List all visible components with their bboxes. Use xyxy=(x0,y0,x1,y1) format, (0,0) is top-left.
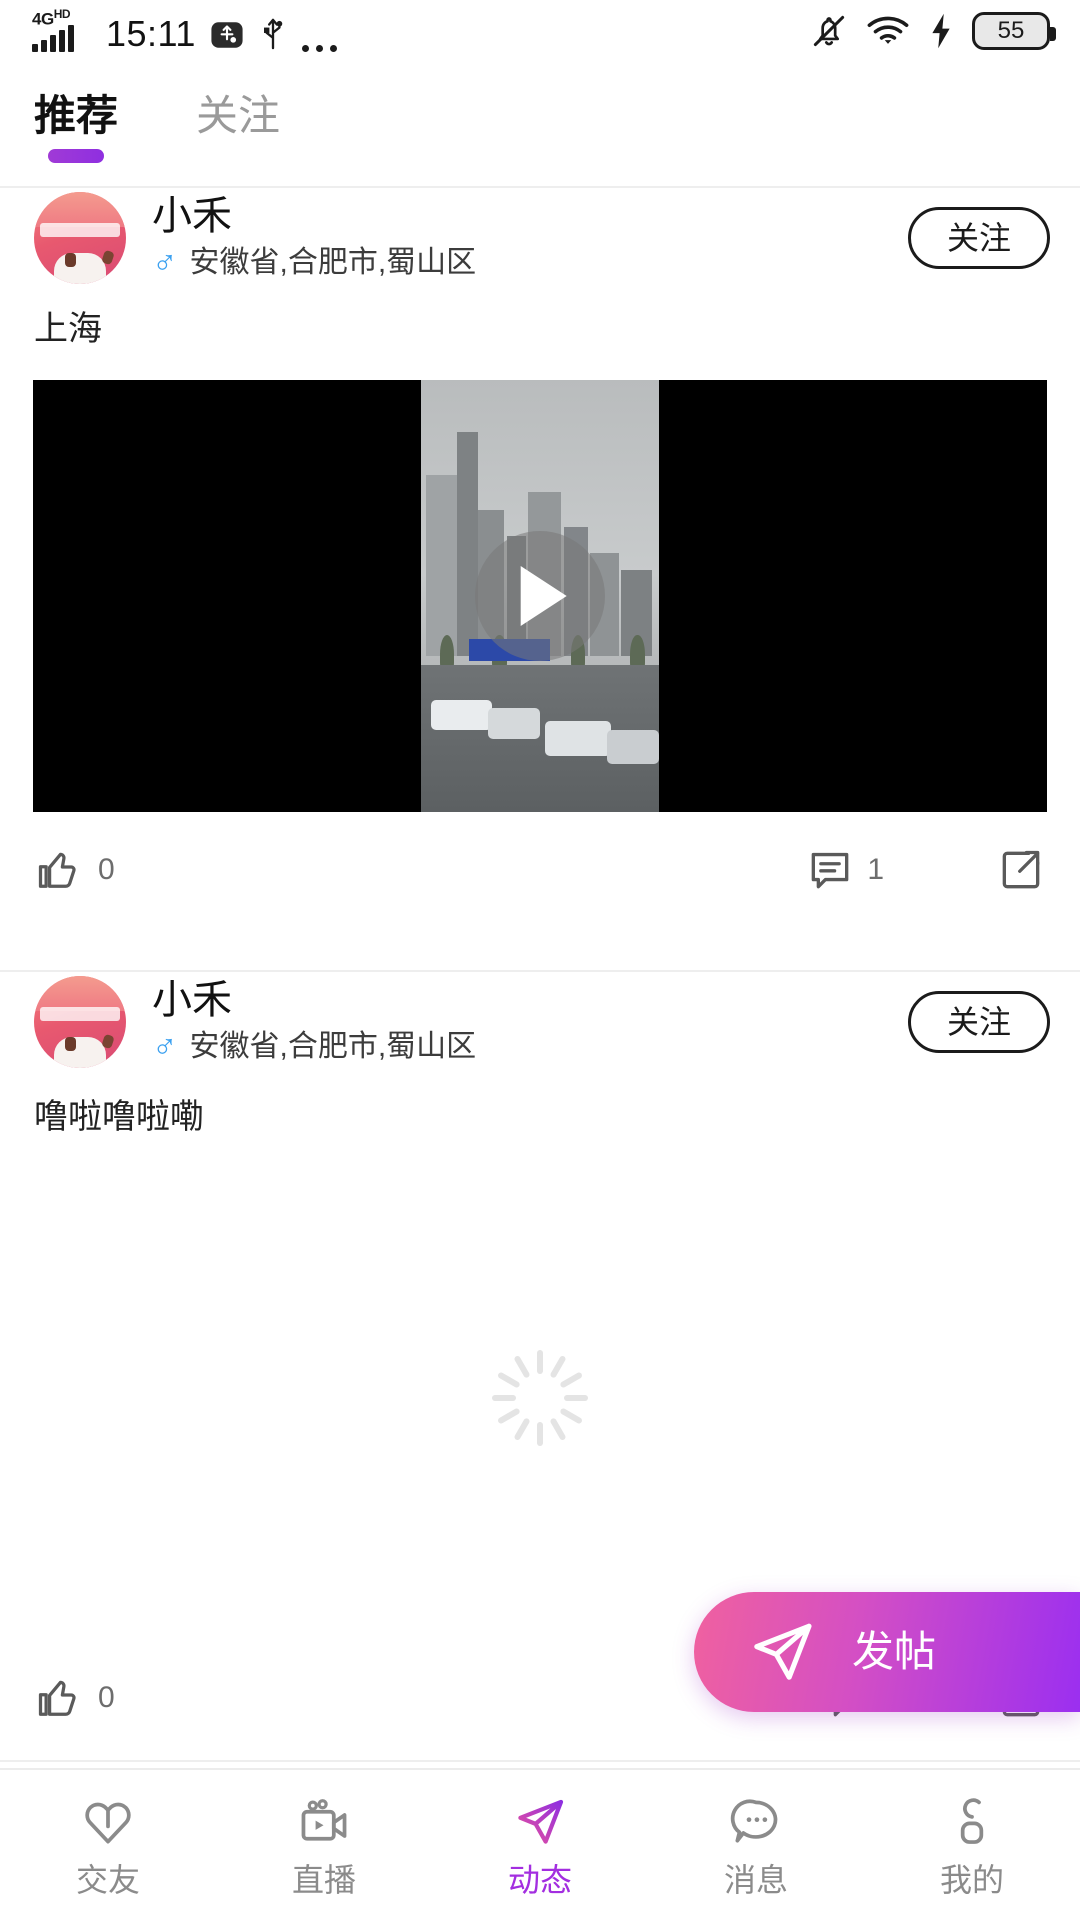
nav-item-messages[interactable]: 消息 xyxy=(648,1794,864,1896)
feed-post: 小禾 ♂ 安徽省,合肥市,蜀山区 关注 噜啦噜啦嘞 xyxy=(0,972,1080,1134)
status-bar: 4GHD 15:11 55 xyxy=(0,0,1080,62)
like-button[interactable]: 0 xyxy=(34,844,115,896)
loading-spinner-icon xyxy=(492,1350,588,1446)
follow-button[interactable]: 关注 xyxy=(908,207,1050,269)
nav-item-profile-label: 我的 xyxy=(939,1862,1004,1898)
like-count: 0 xyxy=(98,1681,115,1714)
send-plane-icon xyxy=(512,1794,568,1850)
comment-count: 1 xyxy=(867,853,884,886)
usb-icon xyxy=(258,16,288,52)
post-location: 安徽省,合肥市,蜀山区 xyxy=(189,1030,477,1063)
post-text: 上海 xyxy=(34,310,102,348)
nav-item-profile[interactable]: 我的 xyxy=(864,1794,1080,1896)
post-text: 噜啦噜啦嘞 xyxy=(34,1098,204,1136)
nav-item-live[interactable]: 直播 xyxy=(216,1794,432,1896)
send-plane-icon xyxy=(754,1623,812,1680)
like-count: 0 xyxy=(98,853,115,886)
battery-level-label: 55 xyxy=(997,17,1025,44)
post-header: 小禾 ♂ 安徽省,合肥市,蜀山区 关注 xyxy=(0,972,1080,1072)
top-tab-bar: 推荐 关注 xyxy=(0,62,1080,170)
gender-icon: ♂ xyxy=(152,1028,178,1066)
status-bar-clock: 15:11 xyxy=(106,13,196,54)
app-root: 4GHD 15:11 55 推荐 关注 小禾 ♂ 安徽省,合肥市,蜀山区 关注 … xyxy=(0,0,1080,1920)
comment-button[interactable]: 1 xyxy=(805,845,884,895)
wifi-icon xyxy=(866,12,910,50)
share-button[interactable] xyxy=(996,845,1046,895)
nav-item-moments[interactable]: 动态 xyxy=(432,1794,648,1896)
post-username[interactable]: 小禾 xyxy=(152,980,476,1020)
post-header: 小禾 ♂ 安徽省,合肥市,蜀山区 关注 xyxy=(0,188,1080,288)
comment-icon xyxy=(811,852,849,889)
compose-post-button[interactable]: 发帖 xyxy=(694,1592,1080,1712)
nav-item-friends[interactable]: 交友 xyxy=(0,1794,216,1896)
compose-post-label: 发帖 xyxy=(852,1628,937,1675)
tab-following[interactable]: 关注 xyxy=(196,95,280,137)
nav-item-friends-label: 交友 xyxy=(75,1862,140,1898)
more-dots-icon xyxy=(301,45,337,52)
live-video-icon xyxy=(296,1794,352,1850)
post-location: 安徽省,合肥市,蜀山区 xyxy=(189,246,477,279)
play-icon[interactable] xyxy=(520,566,567,626)
usb-debug-icon xyxy=(210,18,244,52)
status-bar-right: 55 xyxy=(810,12,1056,50)
battery-indicator: 55 xyxy=(972,12,1056,50)
bottom-navigation: 交友 直播 动态 消息 我的 xyxy=(0,1768,1080,1920)
tab-recommend[interactable]: 推荐 xyxy=(34,92,119,163)
follow-button[interactable]: 关注 xyxy=(908,991,1050,1053)
post-action-bar: 0 1 xyxy=(0,822,1080,918)
person-icon xyxy=(944,1794,1000,1850)
follow-button-label: 关注 xyxy=(946,1004,1011,1040)
footer-divider xyxy=(0,1760,1080,1762)
thumbs-up-icon xyxy=(38,1680,76,1716)
chat-bubble-icon xyxy=(728,1794,784,1850)
tab-active-indicator xyxy=(48,149,104,163)
network-hd-label: HD xyxy=(53,7,71,21)
signal-strength-icon: 4GHD xyxy=(30,7,92,52)
status-bar-left: 4GHD 15:11 xyxy=(30,7,337,54)
thumbs-up-icon xyxy=(38,852,76,888)
tab-following-label: 关注 xyxy=(196,92,281,139)
post-username[interactable]: 小禾 xyxy=(152,196,476,236)
avatar[interactable] xyxy=(34,192,126,284)
bell-muted-icon xyxy=(810,12,848,50)
tab-recommend-label: 推荐 xyxy=(34,92,119,139)
follow-button-label: 关注 xyxy=(946,220,1011,256)
nav-item-moments-label: 动态 xyxy=(507,1862,572,1898)
post-video[interactable] xyxy=(33,380,1047,812)
avatar[interactable] xyxy=(34,976,126,1068)
nav-item-messages-label: 消息 xyxy=(723,1862,788,1898)
nav-item-live-label: 直播 xyxy=(291,1862,356,1898)
feed-post: 小禾 ♂ 安徽省,合肥市,蜀山区 关注 上海 0 1 xyxy=(0,188,1080,918)
gender-icon: ♂ xyxy=(152,244,178,282)
heart-icon xyxy=(80,1794,136,1850)
charging-bolt-icon xyxy=(928,12,954,50)
share-icon xyxy=(1002,850,1040,889)
like-button[interactable]: 0 xyxy=(34,1672,115,1724)
